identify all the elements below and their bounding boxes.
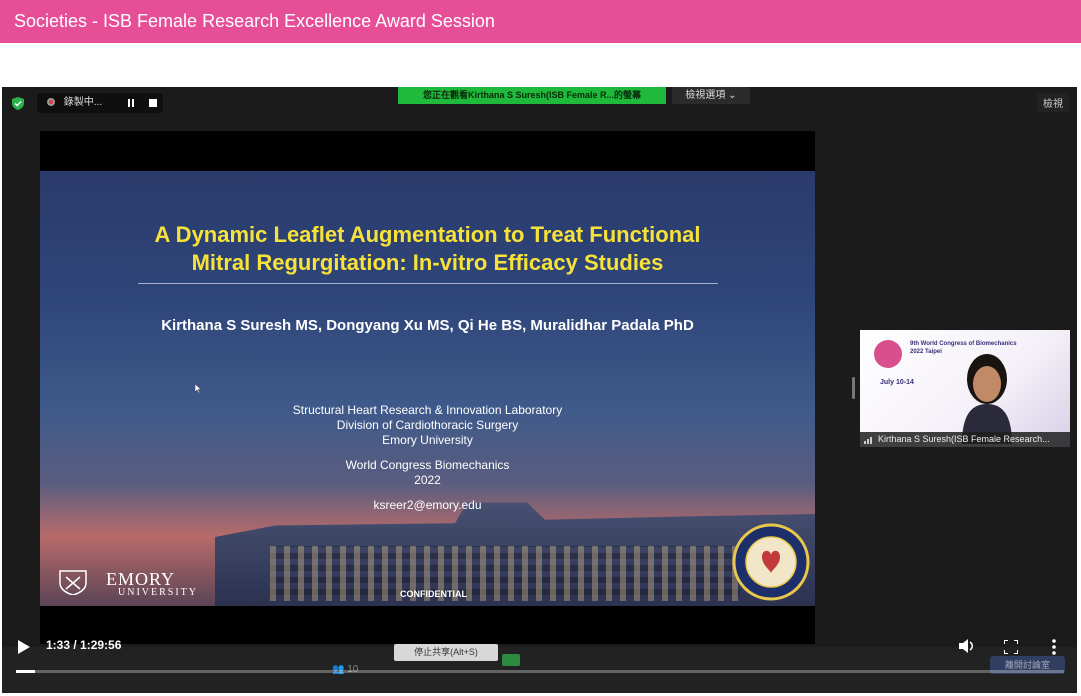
participant-person [962, 354, 1012, 444]
playback-time: 1:33 / 1:29:56 [46, 638, 122, 652]
slide-title: A Dynamic Leaflet Augmentation to Treat … [40, 221, 815, 277]
more-options-icon[interactable] [1052, 639, 1056, 655]
title-divider [138, 283, 718, 284]
participant-name-label: Kirthana S Suresh(ISB Female Research... [860, 432, 1070, 447]
slide-authors: Kirthana S Suresh MS, Dongyang Xu MS, Qi… [161, 317, 694, 334]
participant-video-thumbnail[interactable]: 9th World Congress of Biomechanics 2022 … [860, 330, 1070, 447]
page-title: Societies - ISB Female Research Excellen… [14, 11, 495, 31]
video-player[interactable]: 錄製中... 您正在觀看Kirthana S Suresh(ISB Female… [2, 87, 1077, 693]
view-button[interactable]: 檢視 [1037, 93, 1069, 112]
view-button-label: 檢視 [1043, 99, 1063, 110]
volume-icon[interactable] [959, 639, 975, 653]
mouse-cursor-icon [195, 384, 201, 393]
building-windows [270, 546, 740, 601]
record-icon [47, 98, 55, 107]
panel-resize-handle[interactable] [852, 377, 855, 399]
shared-screen: A Dynamic Leaflet Augmentation to Treat … [40, 131, 815, 644]
blank-strip [0, 43, 1081, 87]
progress-bar[interactable] [16, 670, 1064, 673]
shield-icon [12, 97, 24, 110]
emory-logo-subtext: UNIVERSITY [118, 587, 198, 598]
page-header: Societies - ISB Female Research Excellen… [0, 0, 1081, 43]
congress-line: 2022 [414, 473, 441, 487]
view-options-button[interactable]: 檢視選項 ⌄ [672, 87, 750, 104]
heart-center-seal-icon [732, 523, 810, 601]
signal-bars-icon [864, 437, 872, 444]
slide-title-line1: A Dynamic Leaflet Augmentation to Treat … [154, 222, 701, 247]
slide-title-line2: Mitral Regurgitation: In-vitro Efficacy … [191, 250, 664, 275]
share-screen-icon[interactable] [502, 654, 520, 666]
recording-label: 錄製中... [63, 97, 103, 108]
emory-shield-icon [59, 570, 87, 595]
presentation-slide: A Dynamic Leaflet Augmentation to Treat … [40, 171, 815, 606]
play-icon[interactable] [18, 640, 30, 654]
stop-icon[interactable] [149, 99, 157, 107]
shortcut-tooltip: 停止共享(Alt+S) [394, 644, 498, 661]
fullscreen-icon[interactable] [1004, 640, 1018, 654]
lab-line: Emory University [382, 433, 473, 447]
lab-line: Division of Cardiothoracic Surgery [336, 418, 519, 432]
confidential-label: CONFIDENTIAL [400, 589, 467, 599]
participant-name: Kirthana S Suresh(ISB Female Research... [878, 434, 1050, 444]
congress-logo-icon [874, 340, 902, 368]
slide-affiliation: Structural Heart Research & Innovation L… [240, 403, 615, 513]
congress-line: World Congress Biomechanics [345, 458, 510, 472]
slide-email: ksreer2@emory.edu [373, 498, 482, 512]
congress-banner-date: July 10-14 [880, 379, 914, 386]
viewing-banner: 您正在觀看Kirthana S Suresh(ISB Female R...的螢… [398, 87, 666, 104]
pause-icon[interactable] [127, 99, 135, 107]
recording-indicator: 錄製中... [37, 93, 163, 113]
progress-bar-fill [16, 670, 35, 673]
lab-line: Structural Heart Research & Innovation L… [292, 403, 563, 417]
